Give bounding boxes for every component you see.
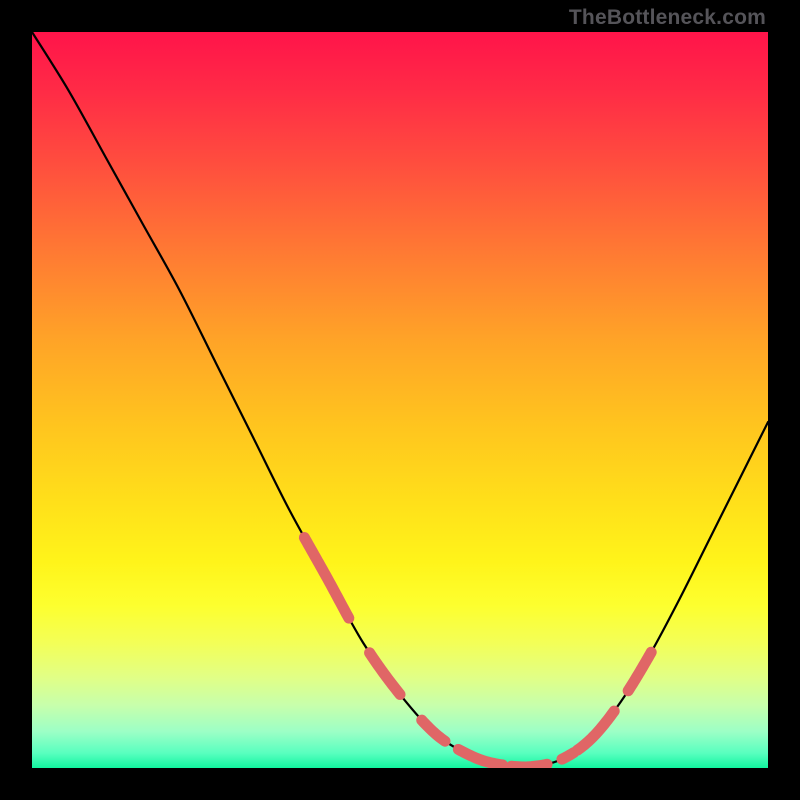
marker-segment xyxy=(458,749,502,765)
marker-segment xyxy=(422,720,445,741)
marker-segment xyxy=(628,652,651,691)
marker-segment xyxy=(511,764,547,767)
chart-frame: TheBottleneck.com xyxy=(0,0,800,800)
plot-area xyxy=(32,32,768,768)
bottleneck-curve xyxy=(32,32,768,767)
marker-segment xyxy=(370,653,400,695)
curve-path xyxy=(32,32,768,767)
watermark-text: TheBottleneck.com xyxy=(569,6,766,30)
marker-segment xyxy=(577,711,614,750)
chart-svg xyxy=(32,32,768,768)
marker-segment xyxy=(304,538,348,619)
marker-segment xyxy=(562,753,574,760)
marker-dots xyxy=(304,538,651,767)
